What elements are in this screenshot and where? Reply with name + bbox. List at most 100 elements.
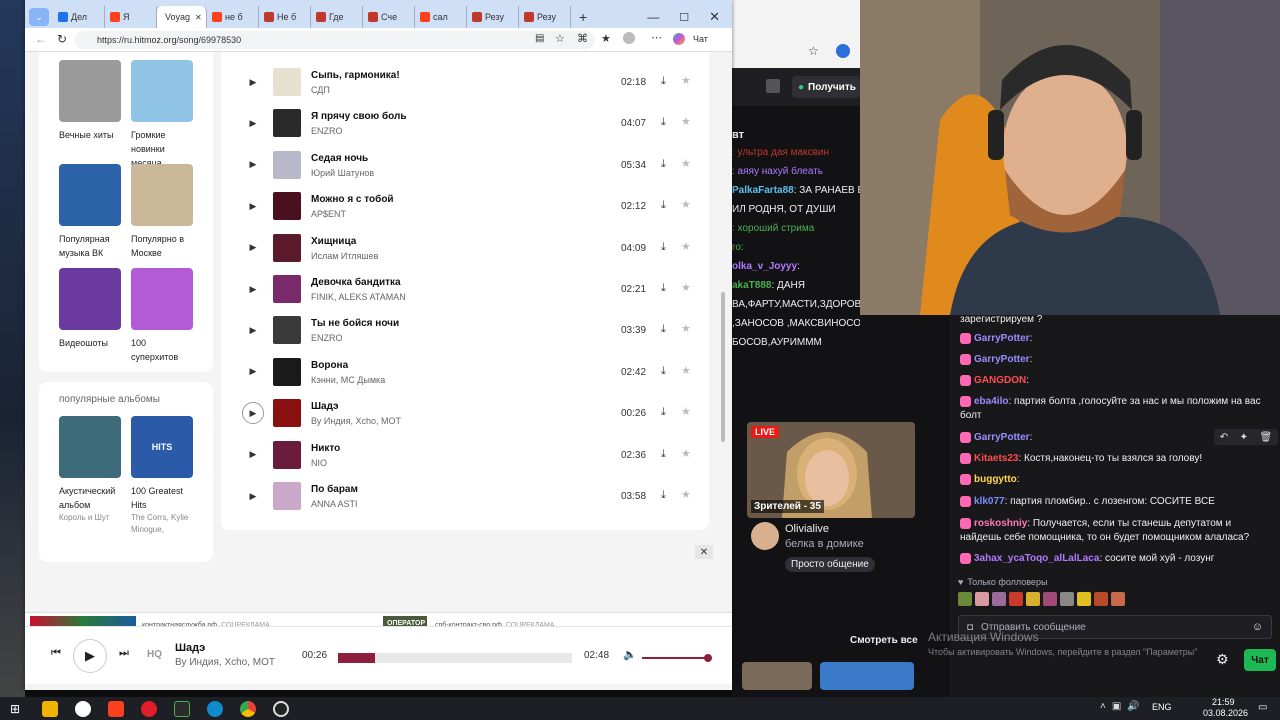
- song-row[interactable]: ▶ Никто NIO 02:36 ⤓ ★: [221, 435, 709, 476]
- stream-tag[interactable]: Просто общение: [785, 557, 875, 572]
- favorite-star-icon[interactable]: ★: [681, 74, 691, 87]
- tab[interactable]: Сче: [363, 6, 415, 28]
- next-icon[interactable]: ⏭: [119, 647, 129, 660]
- favorite-icon[interactable]: ☆: [555, 32, 565, 45]
- tab[interactable]: Где: [311, 6, 363, 28]
- url-field[interactable]: https://ru.hitmoz.org/song/69978530: [75, 30, 595, 49]
- scrollbar[interactable]: [721, 292, 725, 442]
- favorites-bar-icon[interactable]: ★: [601, 32, 611, 45]
- chat-username[interactable]: Kitaets23: [974, 453, 1018, 464]
- favorite-star-icon[interactable]: ★: [681, 115, 691, 128]
- song-row[interactable]: ▶ Можно я с тобой AP$ENT 02:12 ⤓ ★: [221, 186, 709, 227]
- extensions-icon[interactable]: ⌘: [577, 32, 588, 45]
- emote[interactable]: [1026, 592, 1040, 606]
- close-icon[interactable]: ✕: [709, 9, 720, 25]
- favorite-star-icon[interactable]: ★: [681, 488, 691, 501]
- download-icon[interactable]: ⤓: [661, 489, 666, 502]
- category-card[interactable]: 100 суперхитов: [131, 268, 195, 364]
- stream-card[interactable]: LIVE Зрителей - 35: [747, 422, 915, 518]
- tab-close-icon[interactable]: ✕: [195, 13, 202, 22]
- chat-username[interactable]: eba4ilo: [974, 396, 1008, 407]
- streamer-name[interactable]: Olivialive: [785, 523, 829, 535]
- category-card[interactable]: Популярно в Москве: [131, 164, 195, 260]
- song-row[interactable]: ▶ Хищница Ислам Итляшев 04:09 ⤓ ★: [221, 228, 709, 269]
- play-icon[interactable]: ▶: [245, 240, 261, 256]
- hq-toggle[interactable]: HQ: [147, 649, 162, 660]
- close-ad-icon[interactable]: ✕: [695, 545, 713, 559]
- reload-icon[interactable]: ↻: [57, 32, 67, 46]
- emote-picker-icon[interactable]: ☺: [1252, 621, 1263, 633]
- start-icon[interactable]: ⊞: [10, 702, 20, 716]
- play-icon[interactable]: ▶: [245, 115, 261, 131]
- favorite-star-icon[interactable]: ★: [681, 447, 691, 460]
- favorite-star-icon[interactable]: ★: [681, 322, 691, 335]
- tab[interactable]: Дел: [53, 6, 105, 28]
- chat-username[interactable]: buggytto: [974, 474, 1017, 485]
- category-card[interactable]: Вечные хиты: [59, 60, 123, 142]
- delete-icon[interactable]: 🗑: [1260, 432, 1273, 443]
- favorite-star-icon[interactable]: ★: [681, 157, 691, 170]
- volume-icon[interactable]: 🔈: [623, 648, 637, 661]
- extension-icon[interactable]: [836, 44, 850, 58]
- category-card[interactable]: Видеошоты: [59, 268, 123, 350]
- opera-icon[interactable]: [141, 701, 157, 717]
- chrome-icon[interactable]: [240, 701, 256, 717]
- maximize-icon[interactable]: ☐: [679, 11, 689, 24]
- clock-date[interactable]: 03.08.2026: [1203, 708, 1248, 718]
- tab[interactable]: Voyag ✕: [157, 6, 207, 28]
- chat-username[interactable]: GarryPotter: [974, 333, 1030, 344]
- new-tab-icon[interactable]: +: [579, 9, 587, 25]
- terminal-icon[interactable]: [174, 701, 190, 717]
- chat-username[interactable]: PalkaFarta88: [732, 185, 794, 196]
- play-button[interactable]: ▶: [73, 639, 107, 673]
- emote[interactable]: [1009, 592, 1023, 606]
- chat-username[interactable]: GarryPotter: [974, 354, 1030, 365]
- download-icon[interactable]: ⤓: [661, 323, 666, 336]
- play-icon[interactable]: ▶: [245, 364, 261, 380]
- chat-username[interactable]: GANGDON: [974, 375, 1026, 386]
- song-row[interactable]: ▶ Ты не бойся ночи ENZRO 03:39 ⤓ ★: [221, 310, 709, 351]
- tab[interactable]: сал: [415, 6, 467, 28]
- song-row[interactable]: ▶ Ворона Кэнни, MC Дымка 02:42 ⤓ ★: [221, 352, 709, 393]
- song-row[interactable]: ▶ Шадэ Ву Индия, Xcho, MOT 00:26 ⤓ ★: [221, 393, 709, 434]
- tab[interactable]: Резу: [519, 6, 571, 28]
- reader-icon[interactable]: ▤: [535, 33, 544, 44]
- volume-track[interactable]: [642, 654, 712, 662]
- download-icon[interactable]: ⤓: [661, 241, 666, 254]
- download-icon[interactable]: ⤓: [661, 365, 666, 378]
- yandex-browser-icon[interactable]: [108, 701, 124, 717]
- volume-knob[interactable]: [704, 654, 712, 662]
- copilot-icon[interactable]: [673, 33, 685, 45]
- emote[interactable]: [1094, 592, 1108, 606]
- emote[interactable]: [1043, 592, 1057, 606]
- favorite-star-icon[interactable]: ★: [681, 364, 691, 377]
- download-icon[interactable]: ⤓: [661, 75, 666, 88]
- play-icon[interactable]: ▶: [245, 74, 261, 90]
- star-icon[interactable]: ☆: [808, 44, 819, 58]
- chat-username[interactable]: akaT888: [732, 280, 771, 291]
- chat-username[interactable]: klk077: [974, 496, 1005, 507]
- tab[interactable]: не б: [207, 6, 259, 28]
- back-icon[interactable]: ←: [35, 32, 47, 46]
- minimize-icon[interactable]: —: [647, 10, 659, 24]
- streamer-avatar[interactable]: [751, 522, 779, 550]
- chat-username[interactable]: olka_v_Joyyy: [732, 261, 797, 272]
- song-row[interactable]: ▶ Седая ночь Юрий Шатунов 05:34 ⤓ ★: [221, 145, 709, 186]
- favorite-star-icon[interactable]: ★: [681, 240, 691, 253]
- tab-menu-icon[interactable]: ⌄: [29, 8, 49, 26]
- progress-track[interactable]: [338, 653, 572, 663]
- emote[interactable]: [992, 592, 1006, 606]
- download-icon[interactable]: ⤓: [661, 199, 666, 212]
- emote[interactable]: [1111, 592, 1125, 606]
- clock-time[interactable]: 21:59: [1212, 697, 1235, 707]
- emote[interactable]: [1077, 592, 1091, 606]
- emote[interactable]: [958, 592, 972, 606]
- edge-icon[interactable]: [207, 701, 223, 717]
- yandex-icon[interactable]: [75, 701, 91, 717]
- play-icon[interactable]: ▶: [242, 402, 264, 425]
- tab[interactable]: Резу: [467, 6, 519, 28]
- emote[interactable]: [1060, 592, 1074, 606]
- menu-icon[interactable]: ⋯: [651, 31, 662, 44]
- collections-icon[interactable]: [623, 32, 635, 44]
- play-icon[interactable]: ▶: [245, 198, 261, 214]
